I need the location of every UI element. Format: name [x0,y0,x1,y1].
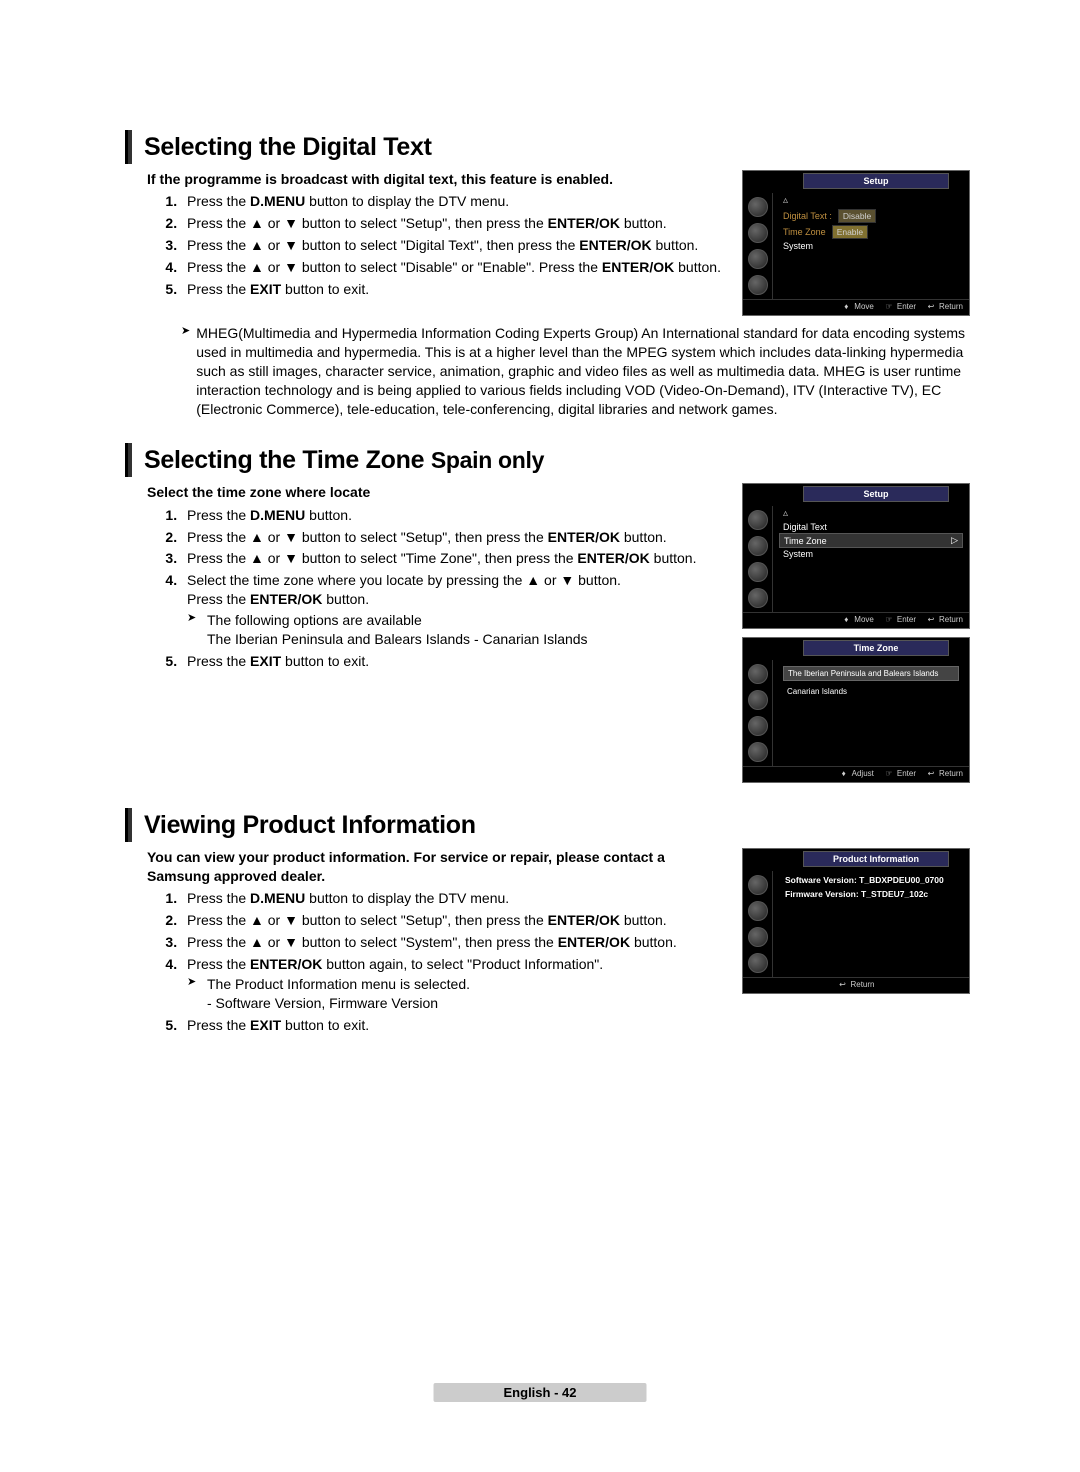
step-2: Press the ▲ or ▼ button to select "Setup… [181,911,727,930]
note-arrow-icon: ➤ [187,975,201,989]
scroll-up-icon: ▵ [779,195,963,208]
note-arrow-icon: ➤ [181,324,190,338]
enter-icon: ☞ [884,302,894,311]
return-icon: ↩ [926,769,936,778]
nav-icon [748,588,768,608]
menu-row-digital-text: Digital Text [779,521,963,533]
step-3: Press the ▲ or ▼ button to select "Time … [181,549,727,568]
step-3: Press the ▲ or ▼ button to select "Syste… [181,933,727,952]
step-1: Press the D.MENU button. [181,506,727,525]
panel-title: Time Zone [803,640,949,656]
nav-icon [748,664,768,684]
nav-icon [748,875,768,895]
nav-icon [748,901,768,921]
heading: Viewing Product Information [144,811,476,840]
nav-icon [748,223,768,243]
panel-footer: ♦Adjust ☞Enter ↩Return [743,766,969,782]
intro-text: If the programme is broadcast with digit… [147,170,727,188]
product-info-panel: Product Information Software Version: T_… [742,848,970,994]
enter-icon: ☞ [884,615,894,624]
option-disable: Disable [838,209,876,223]
nav-icon [748,927,768,947]
intro-text: Select the time zone where locate [147,483,727,501]
heading-bar-icon [125,443,132,477]
nav-icon [748,562,768,582]
nav-icon [748,197,768,217]
step-1: Press the D.MENU button to display the D… [181,889,727,908]
nav-icon [748,716,768,736]
nav-icon [748,742,768,762]
mheg-note: ➤ MHEG(Multimedia and Hypermedia Informa… [181,324,970,418]
step-5: Press the EXIT button to exit. [181,1016,727,1035]
return-icon: ↩ [837,980,847,989]
nav-icon [748,275,768,295]
menu-row-time-zone: Time Zone Enable [779,224,963,240]
section-digital-text: Selecting the Digital Text If the progra… [125,130,970,418]
return-icon: ↩ [926,615,936,624]
step-4: Press the ENTER/OK button again, to sele… [181,955,727,1014]
panel-title: Setup [803,173,949,189]
step-list: Press the D.MENU button to display the D… [147,192,727,298]
nav-icon [748,536,768,556]
enter-icon: ☞ [884,769,894,778]
intro-text: You can view your product information. F… [147,848,727,884]
nav-icon [748,510,768,530]
step-4: Select the time zone where you locate by… [181,571,727,649]
section-product-info: Viewing Product Information You can view… [125,808,970,1035]
step-1: Press the D.MENU button to display the D… [181,192,727,211]
section-time-zone: Selecting the Time Zone Spain only Selec… [125,443,970,783]
setup-panel-timezone: Setup ▵ Digital Text Time Zone ▷ [742,483,970,629]
software-version: Software Version: T_BDXPDEU00_0700 [779,873,963,887]
step-note: ➤ The following options are available Th… [187,611,727,649]
tz-option-canarian: Canarian Islands [783,685,959,698]
heading-bar-icon [125,808,132,842]
nav-icon [748,249,768,269]
heading-row: Selecting the Time Zone Spain only [125,443,970,477]
heading-row: Viewing Product Information [125,808,970,842]
menu-row-system: System [779,240,963,252]
move-icon: ♦ [841,302,851,311]
panel-title: Product Information [803,851,949,867]
step-2: Press the ▲ or ▼ button to select "Setup… [181,214,727,233]
panel-title: Setup [803,486,949,502]
heading-row: Selecting the Digital Text [125,130,970,164]
move-icon: ♦ [841,615,851,624]
step-5: Press the EXIT button to exit. [181,652,727,671]
step-list: Press the D.MENU button. Press the ▲ or … [147,506,727,671]
step-5: Press the EXIT button to exit. [181,280,727,299]
scroll-up-icon: ▵ [779,508,963,521]
panel-nav-icons [743,506,773,612]
chevron-right-icon: ▷ [951,535,958,546]
note-arrow-icon: ➤ [187,611,201,625]
panel-nav-icons [743,660,773,766]
panel-nav-icons [743,871,773,977]
step-list: Press the D.MENU button to display the D… [147,889,727,1035]
panel-footer: ♦Move ☞Enter ↩Return [743,612,969,628]
option-enable: Enable [832,225,868,239]
heading: Selecting the Digital Text [144,133,432,162]
setup-panel-digital-text: Setup ▵ Digital Text : Disable Time Zone [742,170,970,316]
step-4: Press the ▲ or ▼ button to select "Disab… [181,258,727,277]
panel-footer: ↩Return [743,977,969,993]
firmware-version: Firmware Version: T_STDEU7_102c [779,887,963,901]
menu-row-digital-text: Digital Text : Disable [779,208,963,224]
timezone-panel: Time Zone The Iberian Peninsula and Bale… [742,637,970,783]
step-3: Press the ▲ or ▼ button to select "Digit… [181,236,727,255]
heading-bar-icon [125,130,132,164]
nav-icon [748,953,768,973]
panel-footer: ♦Move ☞Enter ↩Return [743,299,969,315]
menu-row-time-zone-selected: Time Zone ▷ [779,533,963,548]
panel-nav-icons [743,193,773,299]
nav-icon [748,690,768,710]
return-icon: ↩ [926,302,936,311]
step-2: Press the ▲ or ▼ button to select "Setup… [181,528,727,547]
step-note: ➤ The Product Information menu is select… [187,975,727,1013]
menu-row-system: System [779,548,963,560]
page-footer: English - 42 [434,1383,647,1402]
tz-option-iberian: The Iberian Peninsula and Balears Island… [783,666,959,681]
heading: Selecting the Time Zone Spain only [144,446,544,475]
adjust-icon: ♦ [839,769,849,778]
